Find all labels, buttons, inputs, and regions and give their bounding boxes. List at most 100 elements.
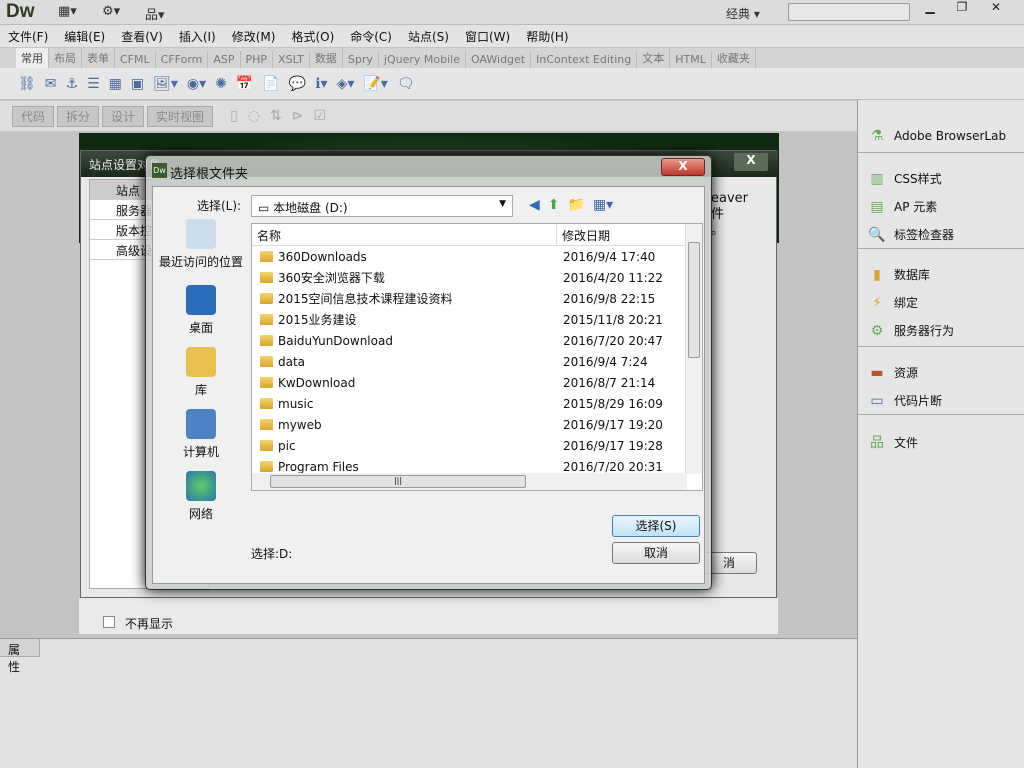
file-row[interactable]: 360安全浏览器下载 2016/4/20 11:22 [252, 267, 702, 288]
menu-commands[interactable]: 命令(C) [350, 28, 392, 45]
properties-tab[interactable]: 属性 [0, 639, 40, 674]
design-view-button[interactable]: 设计 [102, 105, 145, 127]
tab-asp[interactable]: ASP [208, 51, 241, 68]
restore-button[interactable]: ❐ [946, 0, 978, 18]
tab-cfml[interactable]: CFML [115, 51, 156, 68]
layout-icon[interactable]: ▦▾ [58, 4, 77, 19]
menu-view[interactable]: 查看(V) [121, 28, 163, 45]
back-icon[interactable]: ◀ [529, 197, 540, 213]
new-folder-icon[interactable]: 📁 [568, 197, 585, 213]
panel-ap[interactable]: ▤ AP 元素 [868, 198, 937, 215]
file-row[interactable]: 2015业务建设 2015/11/8 20:21 [252, 309, 702, 330]
horizontal-scrollbar[interactable]: ||| [252, 473, 687, 490]
file-row[interactable]: 2015空间信息技术课程建设资料 2016/9/8 22:15 [252, 288, 702, 309]
tab-text[interactable]: 文本 [637, 48, 671, 68]
code-view-button[interactable]: 代码 [12, 105, 55, 127]
file-row[interactable]: 360Downloads 2016/9/4 17:40 [252, 246, 702, 267]
file-row[interactable]: data 2016/9/4 7:24 [252, 351, 702, 372]
menu-format[interactable]: 格式(O) [291, 28, 334, 45]
panel-tag-inspector[interactable]: 🔍 标签检查器 [868, 226, 954, 243]
tab-layout[interactable]: 布局 [49, 48, 82, 68]
tab-xslt[interactable]: XSLT [273, 51, 310, 68]
menu-help[interactable]: 帮助(H) [526, 28, 568, 45]
column-date[interactable]: 修改日期 [557, 224, 615, 245]
hyperlink-icon[interactable]: ⛓ [18, 76, 36, 92]
vertical-scrollbar[interactable] [685, 224, 702, 474]
file-row[interactable]: music 2015/8/29 16:09 [252, 393, 702, 414]
script-icon[interactable]: ◈▾ [337, 76, 355, 92]
place-network[interactable]: 网络 [155, 471, 247, 522]
comment-icon[interactable]: 💬 [289, 76, 306, 92]
dont-show-checkbox[interactable] [103, 616, 115, 628]
panel-snippets[interactable]: ▭ 代码片断 [868, 392, 942, 409]
date-icon[interactable]: 📅 [236, 76, 253, 92]
horizontal-scroll-thumb[interactable]: ||| [270, 475, 526, 488]
up-folder-icon[interactable]: ⬆ [548, 197, 560, 213]
server-include-icon[interactable]: 📄 [262, 76, 279, 92]
tab-forms[interactable]: 表单 [82, 48, 115, 68]
tab-html[interactable]: HTML [670, 51, 712, 68]
email-link-icon[interactable]: ✉ [45, 76, 57, 92]
anchor-icon[interactable]: ⚓ [66, 76, 79, 92]
menu-modify[interactable]: 修改(M) [232, 28, 276, 45]
dialog-close-button[interactable]: X [661, 158, 705, 176]
site-dialog-close-button[interactable]: X [734, 153, 768, 171]
menu-window[interactable]: 窗口(W) [465, 28, 510, 45]
file-row[interactable]: BaiduYunDownload 2016/7/20 20:47 [252, 330, 702, 351]
tab-incontext[interactable]: InContext Editing [531, 51, 638, 68]
panel-css[interactable]: ▥ CSS样式 [868, 170, 941, 187]
tab-oawidget[interactable]: OAWidget [466, 51, 532, 68]
vertical-scroll-thumb[interactable] [688, 242, 700, 358]
tab-favorites[interactable]: 收藏夹 [712, 48, 756, 68]
tab-php[interactable]: PHP [241, 51, 274, 68]
file-row[interactable]: pic 2016/9/17 19:28 [252, 435, 702, 456]
tab-spry[interactable]: Spry [343, 51, 379, 68]
view-menu-icon[interactable]: ▦▾ [593, 197, 613, 213]
panel-server-behaviors[interactable]: ⚙ 服务器行为 [868, 322, 954, 339]
minimize-button[interactable]: ▁ [914, 0, 946, 18]
panel-assets[interactable]: ▬ 资源 [868, 364, 918, 381]
media-icon[interactable]: ◉▾ [187, 76, 206, 92]
split-view-button[interactable]: 拆分 [57, 105, 100, 127]
cancel-button[interactable]: 取消 [612, 542, 700, 564]
close-button[interactable]: ✕ [980, 0, 1012, 18]
browserlab-icon: ⚗ [870, 128, 884, 144]
gear-icon[interactable]: ⚙▾ [102, 4, 120, 19]
panel-bindings[interactable]: ⚡ 绑定 [868, 294, 918, 311]
tag-chooser-icon[interactable]: 🗨 [397, 76, 415, 92]
menu-site[interactable]: 站点(S) [408, 28, 449, 45]
widget-icon[interactable]: ✺ [215, 76, 227, 92]
look-in-select[interactable]: ▭ 本地磁盘 (D:) ▼ [251, 195, 513, 217]
table-icon[interactable]: ▦ [109, 76, 122, 92]
tab-data[interactable]: 数据 [310, 48, 343, 68]
image-icon[interactable]: 🖼▾ [153, 76, 178, 92]
menu-file[interactable]: 文件(F) [8, 28, 48, 45]
site-icon[interactable]: 品▾ [145, 4, 165, 23]
head-icon[interactable]: ℹ▾ [315, 76, 327, 92]
file-date: 2016/9/4 7:24 [563, 354, 648, 369]
select-button[interactable]: 选择(S) [612, 515, 700, 537]
panel-databases[interactable]: ▮ 数据库 [868, 266, 930, 283]
menu-insert[interactable]: 插入(I) [179, 28, 216, 45]
menu-edit[interactable]: 编辑(E) [64, 28, 105, 45]
workspace-switcher[interactable]: 经典 ▾ [726, 5, 760, 22]
column-name[interactable]: 名称 [252, 224, 557, 245]
tab-cfform[interactable]: CFForm [156, 51, 209, 68]
tab-jquery-mobile[interactable]: jQuery Mobile [379, 51, 466, 68]
place-desktop[interactable]: 桌面 [155, 285, 247, 336]
template-icon[interactable]: 📝▾ [363, 76, 387, 92]
hr-icon[interactable]: ☰ [87, 76, 100, 92]
place-recent[interactable]: 最近访问的位置 [155, 219, 247, 270]
panel-files[interactable]: 品文件 [868, 432, 918, 452]
search-input[interactable] [788, 3, 910, 21]
panel-browserlab[interactable]: ⚗ Adobe BrowserLab [868, 128, 1006, 144]
file-row[interactable]: KwDownload 2016/8/7 21:14 [252, 372, 702, 393]
tab-common[interactable]: 常用 [16, 48, 49, 68]
div-icon[interactable]: ▣ [131, 76, 144, 92]
place-computer[interactable]: 计算机 [155, 409, 247, 460]
file-row[interactable]: myweb 2016/9/17 19:20 [252, 414, 702, 435]
folder-icon [260, 314, 273, 325]
doc-tools-icons[interactable]: ▯◌⇅⊳☑ [230, 108, 336, 124]
place-libraries[interactable]: 库 [155, 347, 247, 398]
live-view-button[interactable]: 实时视图 [147, 105, 214, 127]
